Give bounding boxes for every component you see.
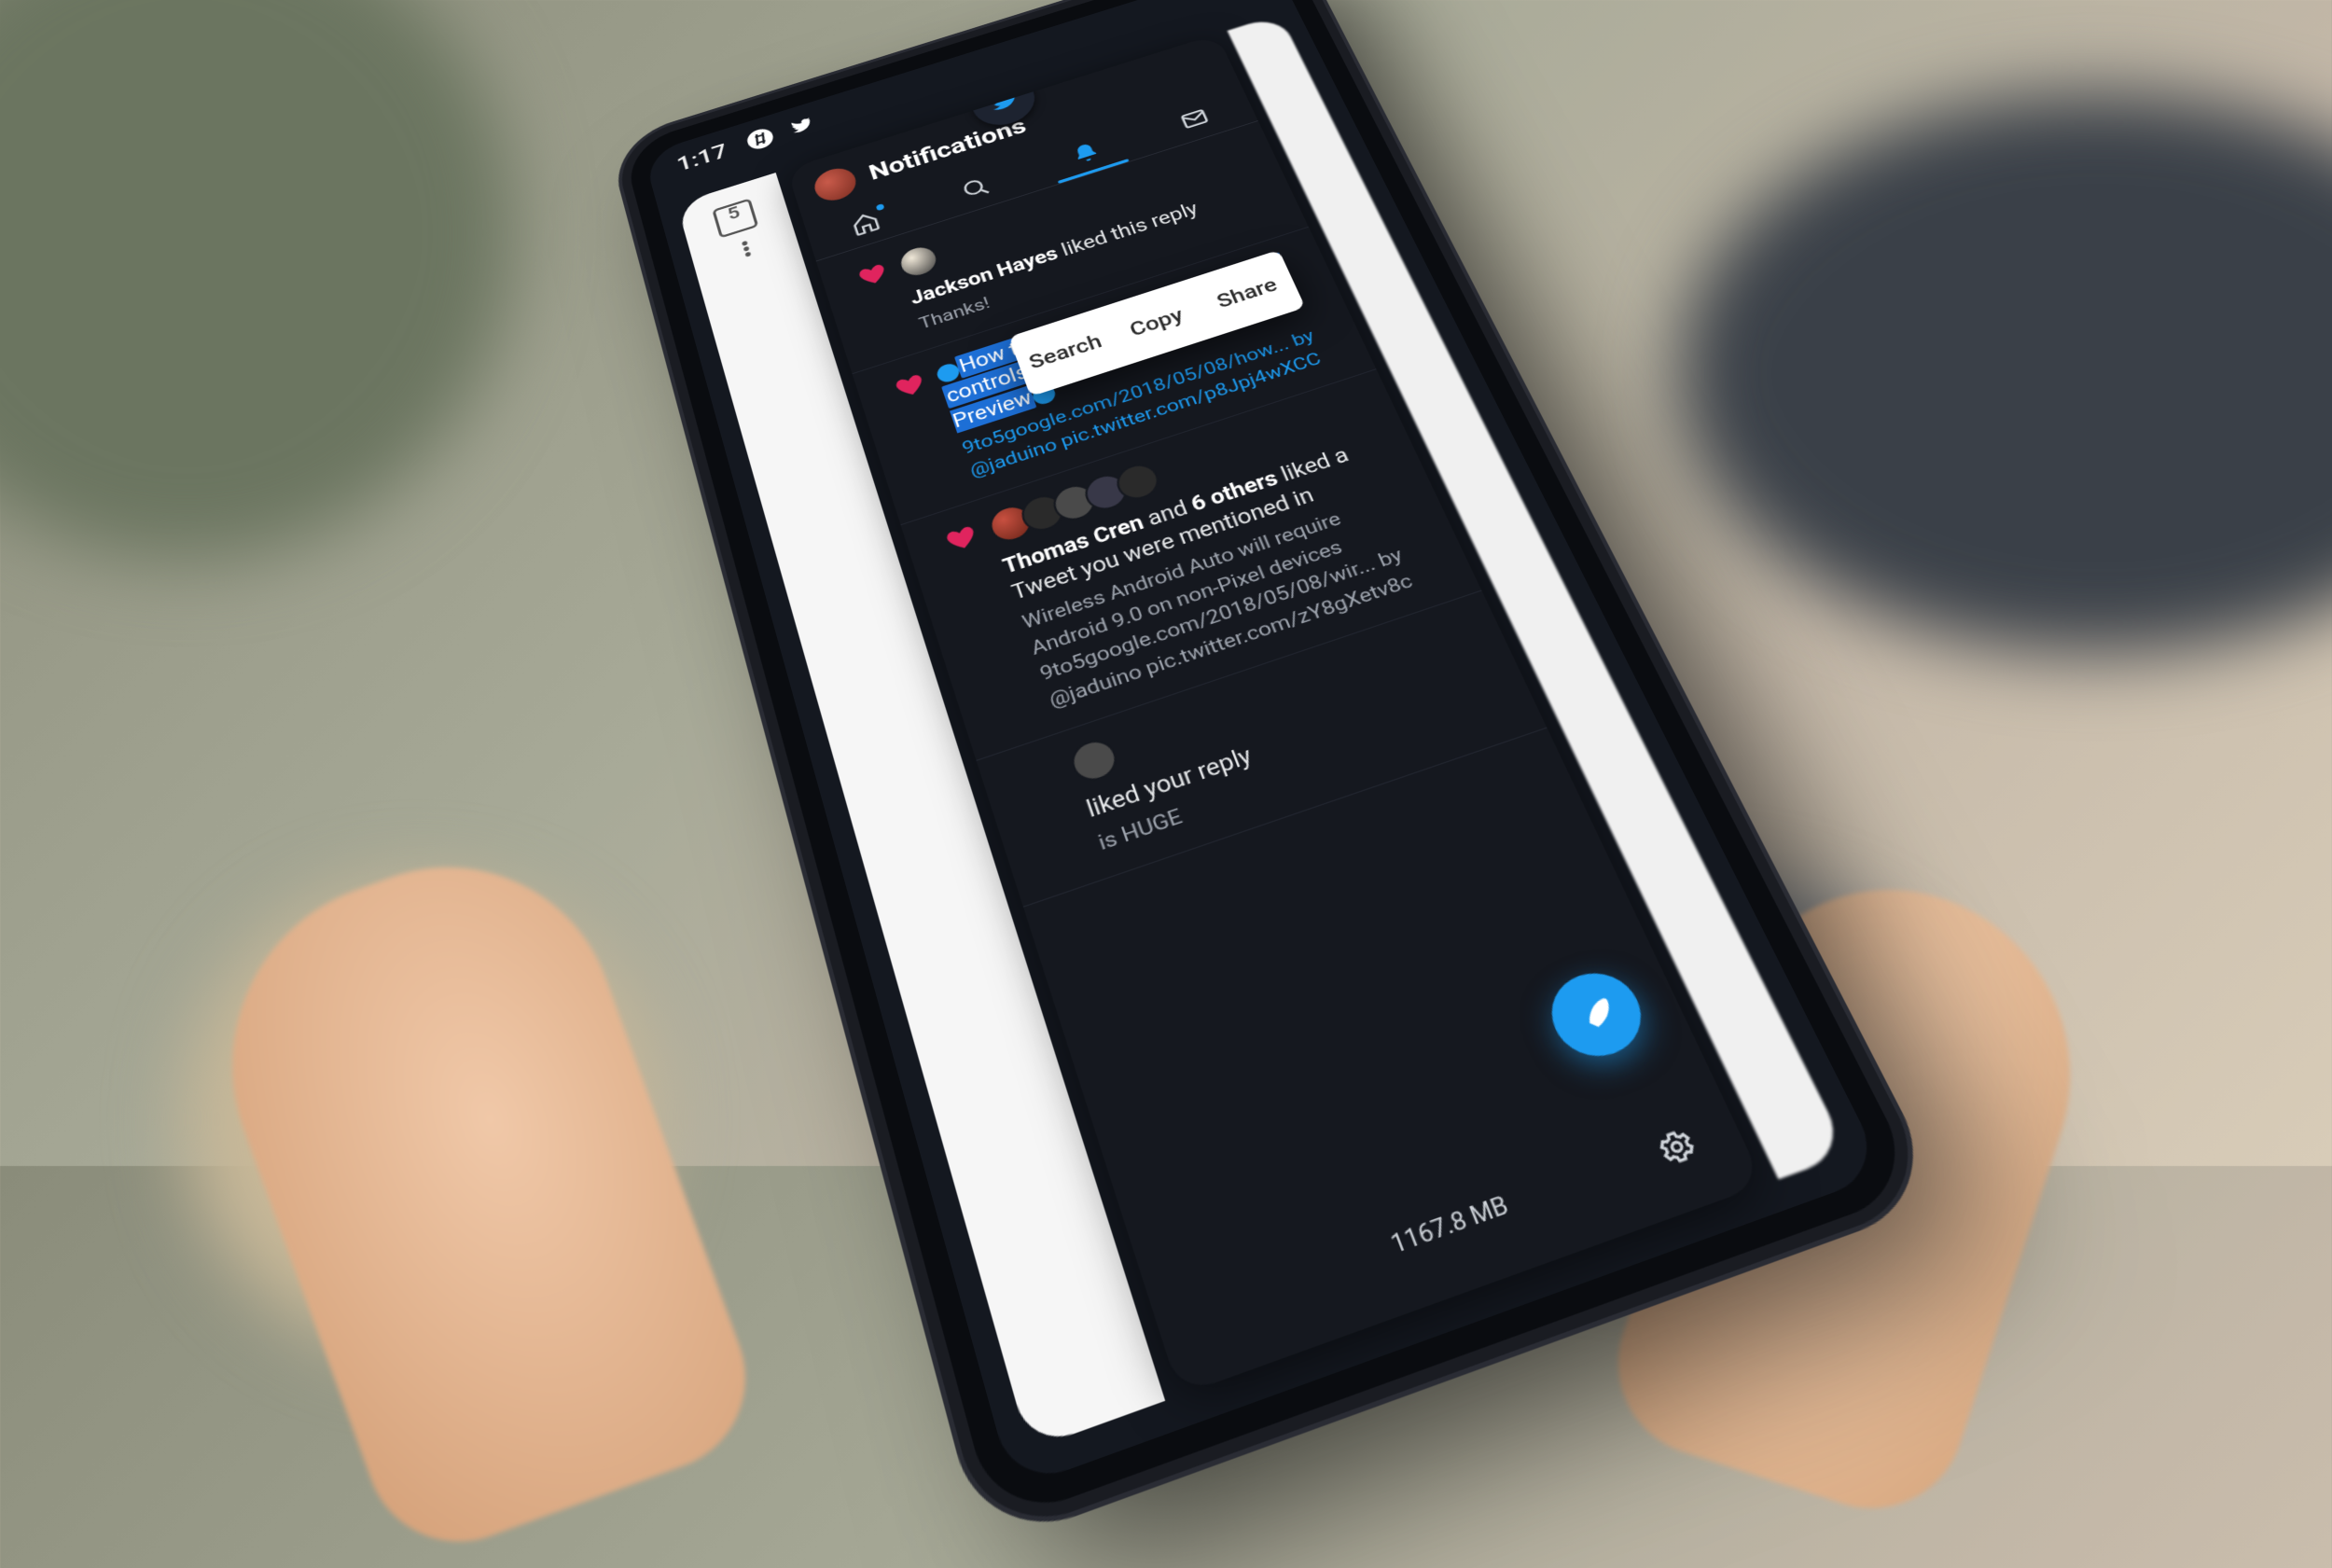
- twitter-app-card[interactable]: Notifications: [786, 34, 1764, 1395]
- bell-icon: [1068, 139, 1104, 167]
- notification-title: liked your reply: [1083, 658, 1503, 826]
- status-time: 1:17: [674, 139, 730, 175]
- hash-icon: [745, 126, 776, 152]
- chrome-tab-count: 5: [726, 203, 743, 224]
- twitter-bird-status-icon: [785, 113, 816, 139]
- notifications-feed: Jackson Hayes liked this reply Thanks!: [816, 121, 1603, 1031]
- gear-icon[interactable]: [1652, 1123, 1702, 1170]
- notification-item[interactable]: liked your reply is HUGE: [977, 590, 1548, 908]
- notification-body: is HUGE: [1095, 691, 1518, 859]
- heart-icon: [855, 260, 890, 290]
- heart-icon: [942, 522, 980, 557]
- envelope-icon: [1177, 104, 1213, 132]
- search-icon: [959, 173, 993, 202]
- user-avatar[interactable]: [1066, 735, 1121, 786]
- next-app-card-peek[interactable]: [1228, 14, 1849, 1179]
- heart-icon: [892, 370, 928, 402]
- feather-icon: [1571, 991, 1623, 1038]
- chrome-more-icon[interactable]: •••: [740, 241, 750, 258]
- user-avatar[interactable]: [895, 242, 942, 282]
- profile-avatar[interactable]: [811, 163, 860, 205]
- home-badge-dot: [876, 203, 885, 211]
- home-icon: [848, 209, 882, 238]
- compose-tweet-fab[interactable]: [1538, 962, 1655, 1068]
